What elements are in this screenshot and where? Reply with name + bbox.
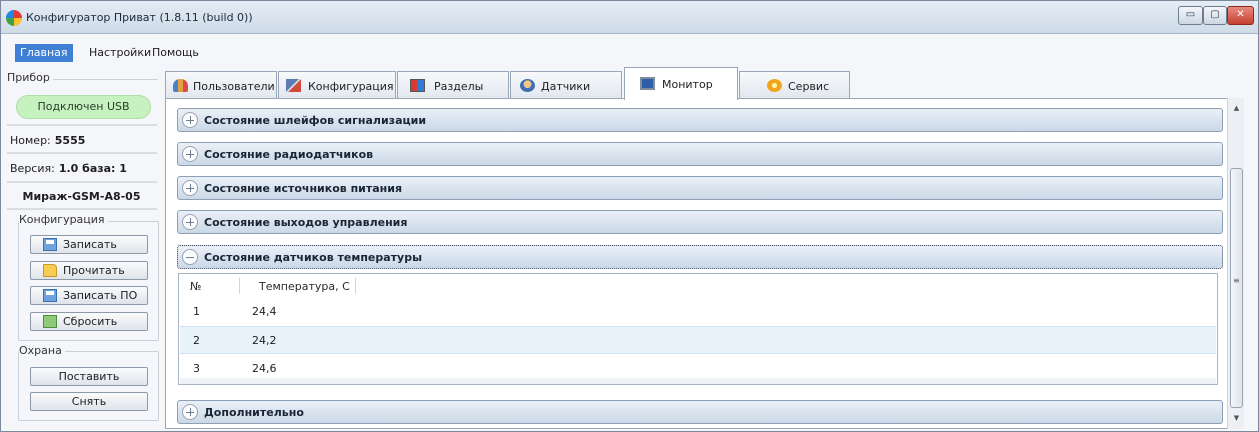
device-version-value: 1.0 база: 1 — [58, 162, 127, 175]
section-radio-sensors-title: Состояние радиодатчиков — [204, 148, 374, 161]
device-number-label: Номер: — [10, 134, 51, 147]
close-button[interactable]: ✕ — [1227, 6, 1254, 25]
folder-open-icon — [43, 264, 57, 277]
row-number: 1 — [193, 305, 200, 318]
scrollbar-thumb[interactable] — [1230, 168, 1243, 408]
tab-sensors[interactable]: Датчики — [510, 71, 622, 99]
device-version-label: Версия: — [10, 162, 55, 175]
column-header-temperature[interactable]: Температура, С — [259, 280, 350, 293]
minimize-button[interactable]: ▭ — [1178, 6, 1203, 25]
tab-monitor-label: Монитор — [662, 78, 713, 91]
save-disk-icon — [43, 289, 57, 302]
write-firmware-button-label: Записать ПО — [63, 289, 138, 302]
table-footer — [180, 378, 1216, 384]
expand-icon[interactable] — [182, 146, 198, 162]
section-temperature-sensors-title: Состояние датчиков температуры — [204, 251, 423, 264]
menu-item-main[interactable]: Главная — [15, 44, 73, 62]
column-divider[interactable] — [355, 278, 356, 294]
disarm-button-label: Снять — [71, 395, 107, 408]
app-window: Конфигуратор Приват (1.8.11 (build 0)) ▭… — [0, 0, 1259, 432]
tab-configuration[interactable]: Конфигурация — [278, 71, 396, 99]
tab-users[interactable]: Пользователи — [165, 71, 277, 99]
device-group-line — [38, 79, 158, 80]
section-additional-title: Дополнительно — [204, 406, 304, 419]
section-power-sources-title: Состояние источников питания — [204, 182, 403, 195]
tab-service-label: Сервис — [788, 80, 830, 93]
connection-status-badge: Подключен USB — [16, 95, 151, 119]
row-number: 2 — [193, 334, 200, 347]
read-button-label: Прочитать — [63, 264, 125, 277]
tab-partitions-label: Разделы — [434, 80, 484, 93]
expand-icon[interactable] — [182, 112, 198, 128]
app-logo-icon — [6, 10, 22, 26]
reset-button-label: Сбросить — [63, 315, 118, 328]
write-button-label: Записать — [63, 238, 117, 251]
tab-partitions[interactable]: Разделы — [397, 71, 509, 99]
scroll-down-icon[interactable]: ▼ — [1232, 414, 1241, 422]
column-header-number[interactable]: № — [190, 280, 201, 293]
section-alarm-loops-title: Состояние шлейфов сигнализации — [204, 114, 427, 127]
tab-sensors-label: Датчики — [541, 80, 591, 93]
tab-users-label: Пользователи — [193, 80, 275, 93]
arm-button-label: Поставить — [58, 370, 120, 383]
tab-monitor[interactable]: Монитор — [624, 67, 738, 100]
row-temperature: 24,4 — [252, 305, 277, 318]
write-firmware-button[interactable]: Записать ПО — [30, 286, 148, 305]
temperature-table: № Температура, С 1 24,4 2 24,2 3 24,6 — [178, 273, 1218, 385]
arm-button[interactable]: Поставить — [30, 367, 148, 386]
section-power-sources[interactable]: Состояние источников питания — [177, 176, 1223, 200]
section-alarm-loops[interactable]: Состояние шлейфов сигнализации — [177, 108, 1223, 132]
section-radio-sensors[interactable]: Состояние радиодатчиков — [177, 142, 1223, 166]
service-icon — [767, 79, 782, 92]
configuration-group-label: Конфигурация — [19, 213, 108, 226]
row-temperature: 24,2 — [252, 334, 277, 347]
tab-configuration-label: Конфигурация — [308, 80, 394, 93]
window-title: Конфигуратор Приват (1.8.11 (build 0)) — [26, 11, 253, 24]
device-group-label: Прибор — [7, 71, 53, 84]
section-control-outputs-title: Состояние выходов управления — [204, 216, 408, 229]
reset-icon — [43, 315, 57, 328]
write-button[interactable]: Записать — [30, 235, 148, 254]
expand-icon[interactable] — [182, 180, 198, 196]
row-temperature: 24,6 — [252, 362, 277, 375]
scroll-grip-icon: ≡ — [1233, 276, 1240, 285]
collapse-icon[interactable] — [182, 249, 198, 265]
section-additional[interactable]: Дополнительно — [177, 400, 1223, 424]
disarm-button[interactable]: Снять — [30, 392, 148, 411]
table-row[interactable]: 2 24,2 — [180, 326, 1216, 354]
title-bar: Конфигуратор Приват (1.8.11 (build 0)) ▭… — [1, 1, 1258, 34]
vertical-scrollbar[interactable]: ▲ ≡ ▼ — [1227, 98, 1244, 429]
row-number: 3 — [193, 362, 200, 375]
expand-icon[interactable] — [182, 404, 198, 420]
divider — [7, 208, 157, 210]
partitions-icon — [410, 79, 425, 92]
tab-service[interactable]: Сервис — [739, 71, 850, 99]
device-model: Мираж-GSM-A8-05 — [22, 190, 141, 203]
menu-item-settings[interactable]: Настройки — [84, 44, 156, 62]
section-temperature-sensors[interactable]: Состояние датчиков температуры — [177, 245, 1223, 269]
scroll-up-icon[interactable]: ▲ — [1232, 104, 1241, 112]
divider — [7, 152, 157, 154]
column-divider[interactable] — [239, 278, 240, 294]
users-icon — [173, 79, 188, 92]
divider — [7, 124, 157, 126]
device-number: Номер: 5555 — [10, 134, 85, 147]
table-row[interactable]: 1 24,4 — [180, 298, 1216, 326]
config-icon — [286, 79, 301, 92]
menu-bar: Главная Настройки Помощь — [1, 35, 1258, 62]
device-number-value: 5555 — [54, 134, 86, 147]
security-group-label: Охрана — [19, 344, 65, 357]
expand-icon[interactable] — [182, 214, 198, 230]
device-version: Версия: 1.0 база: 1 — [10, 162, 127, 175]
maximize-button[interactable]: ▢ — [1203, 6, 1227, 25]
monitor-icon — [640, 77, 655, 90]
reset-button[interactable]: Сбросить — [30, 312, 148, 331]
menu-item-help[interactable]: Помощь — [147, 44, 204, 62]
sensors-icon — [520, 79, 535, 92]
section-control-outputs[interactable]: Состояние выходов управления — [177, 210, 1223, 234]
save-disk-icon — [43, 238, 57, 251]
read-button[interactable]: Прочитать — [30, 261, 148, 280]
divider — [7, 181, 157, 183]
